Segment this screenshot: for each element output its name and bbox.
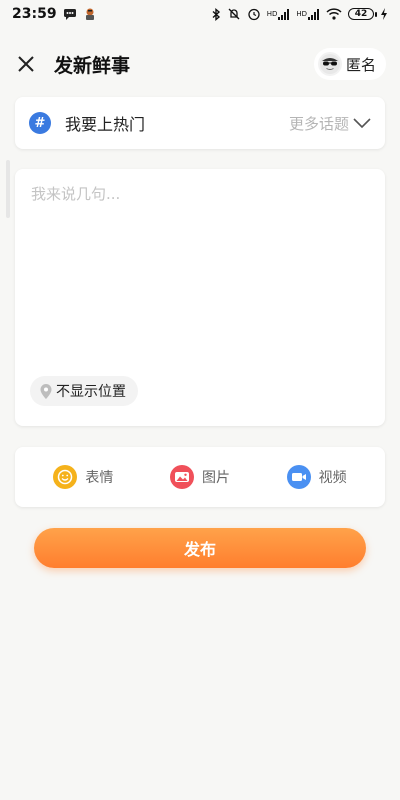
anonymous-label: 匿名	[345, 55, 376, 74]
battery-indicator: 42	[348, 8, 377, 20]
image-button[interactable]: 图片	[169, 465, 230, 489]
status-bar: 23:59 HD HD 42	[0, 0, 400, 28]
video-icon	[286, 465, 311, 489]
battery-level: 42	[354, 9, 368, 19]
scroll-indicator	[6, 160, 10, 218]
image-label: 图片	[201, 470, 230, 486]
close-icon	[18, 56, 34, 72]
alarm-icon	[247, 7, 261, 21]
signal-icon-1: HD	[266, 8, 291, 20]
location-pin-icon	[40, 383, 52, 399]
video-label: 视频	[318, 470, 347, 486]
image-icon	[169, 465, 194, 489]
topic-label: 我要上热门	[65, 115, 146, 134]
video-button[interactable]: 视频	[286, 465, 347, 489]
post-text-input[interactable]	[31, 183, 369, 363]
location-toggle[interactable]: 不显示位置	[30, 376, 138, 406]
signal-icon-2: HD	[296, 8, 320, 20]
post-editor: 不显示位置	[15, 169, 385, 426]
message-notification-icon	[63, 8, 77, 20]
media-toolbar: 表情 图片 视频	[15, 447, 385, 507]
chevron-down-icon	[353, 118, 371, 129]
anonymous-toggle-button[interactable]: 匿名	[313, 48, 386, 80]
app-notification-icon	[83, 7, 97, 21]
emoji-icon	[53, 465, 78, 489]
header: 发新鲜事 匿名	[0, 40, 400, 88]
mute-icon	[227, 7, 241, 21]
bluetooth-icon	[211, 7, 221, 21]
charging-icon	[380, 8, 388, 20]
publish-button[interactable]: 发布	[34, 528, 366, 568]
location-label: 不显示位置	[56, 384, 126, 400]
wifi-icon	[326, 8, 342, 20]
page-title: 发新鲜事	[54, 54, 131, 77]
hashtag-icon: #	[29, 112, 51, 134]
topic-selector[interactable]: # 我要上热门 更多话题	[15, 97, 385, 149]
status-bar-left: 23:59	[12, 6, 97, 22]
close-button[interactable]	[14, 52, 38, 76]
status-time: 23:59	[12, 6, 57, 22]
anonymous-avatar-icon	[317, 52, 342, 76]
more-topics-button[interactable]: 更多话题	[289, 113, 371, 134]
emoji-label: 表情	[85, 470, 114, 486]
emoji-button[interactable]: 表情	[53, 465, 113, 489]
status-bar-right: HD HD 42	[211, 7, 388, 21]
signal-tag: HD	[296, 9, 307, 18]
signal-tag: HD	[266, 9, 278, 18]
more-topics-label: 更多话题	[288, 114, 349, 133]
